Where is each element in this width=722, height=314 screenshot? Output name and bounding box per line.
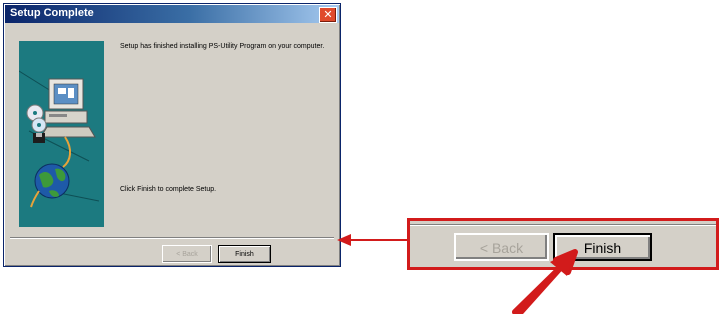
finish-button[interactable]: Finish (218, 245, 271, 263)
callout-separator (410, 224, 716, 226)
setup-finished-message: Setup has finished installing PS-Utility… (120, 43, 325, 50)
callout-finish-button[interactable]: Finish (553, 233, 652, 261)
connector-arrow (337, 234, 409, 246)
back-button[interactable]: < Back (162, 245, 212, 263)
setup-complete-dialog: Setup Complete ✕ Setup has finished inst… (3, 3, 341, 267)
click-finish-instruction: Click Finish to complete Setup. (120, 186, 217, 193)
callout-back-button[interactable]: < Back (454, 233, 549, 261)
dialog-title: Setup Complete (10, 7, 94, 19)
close-button[interactable]: ✕ (319, 7, 337, 23)
close-icon: ✕ (323, 8, 333, 21)
setup-illustration-panel (19, 41, 104, 227)
title-bar: Setup Complete ✕ (5, 5, 339, 23)
button-separator (10, 237, 334, 239)
computer-globe-illustration (19, 70, 100, 208)
buttons-zoom-callout: < Back Finish (407, 218, 719, 270)
